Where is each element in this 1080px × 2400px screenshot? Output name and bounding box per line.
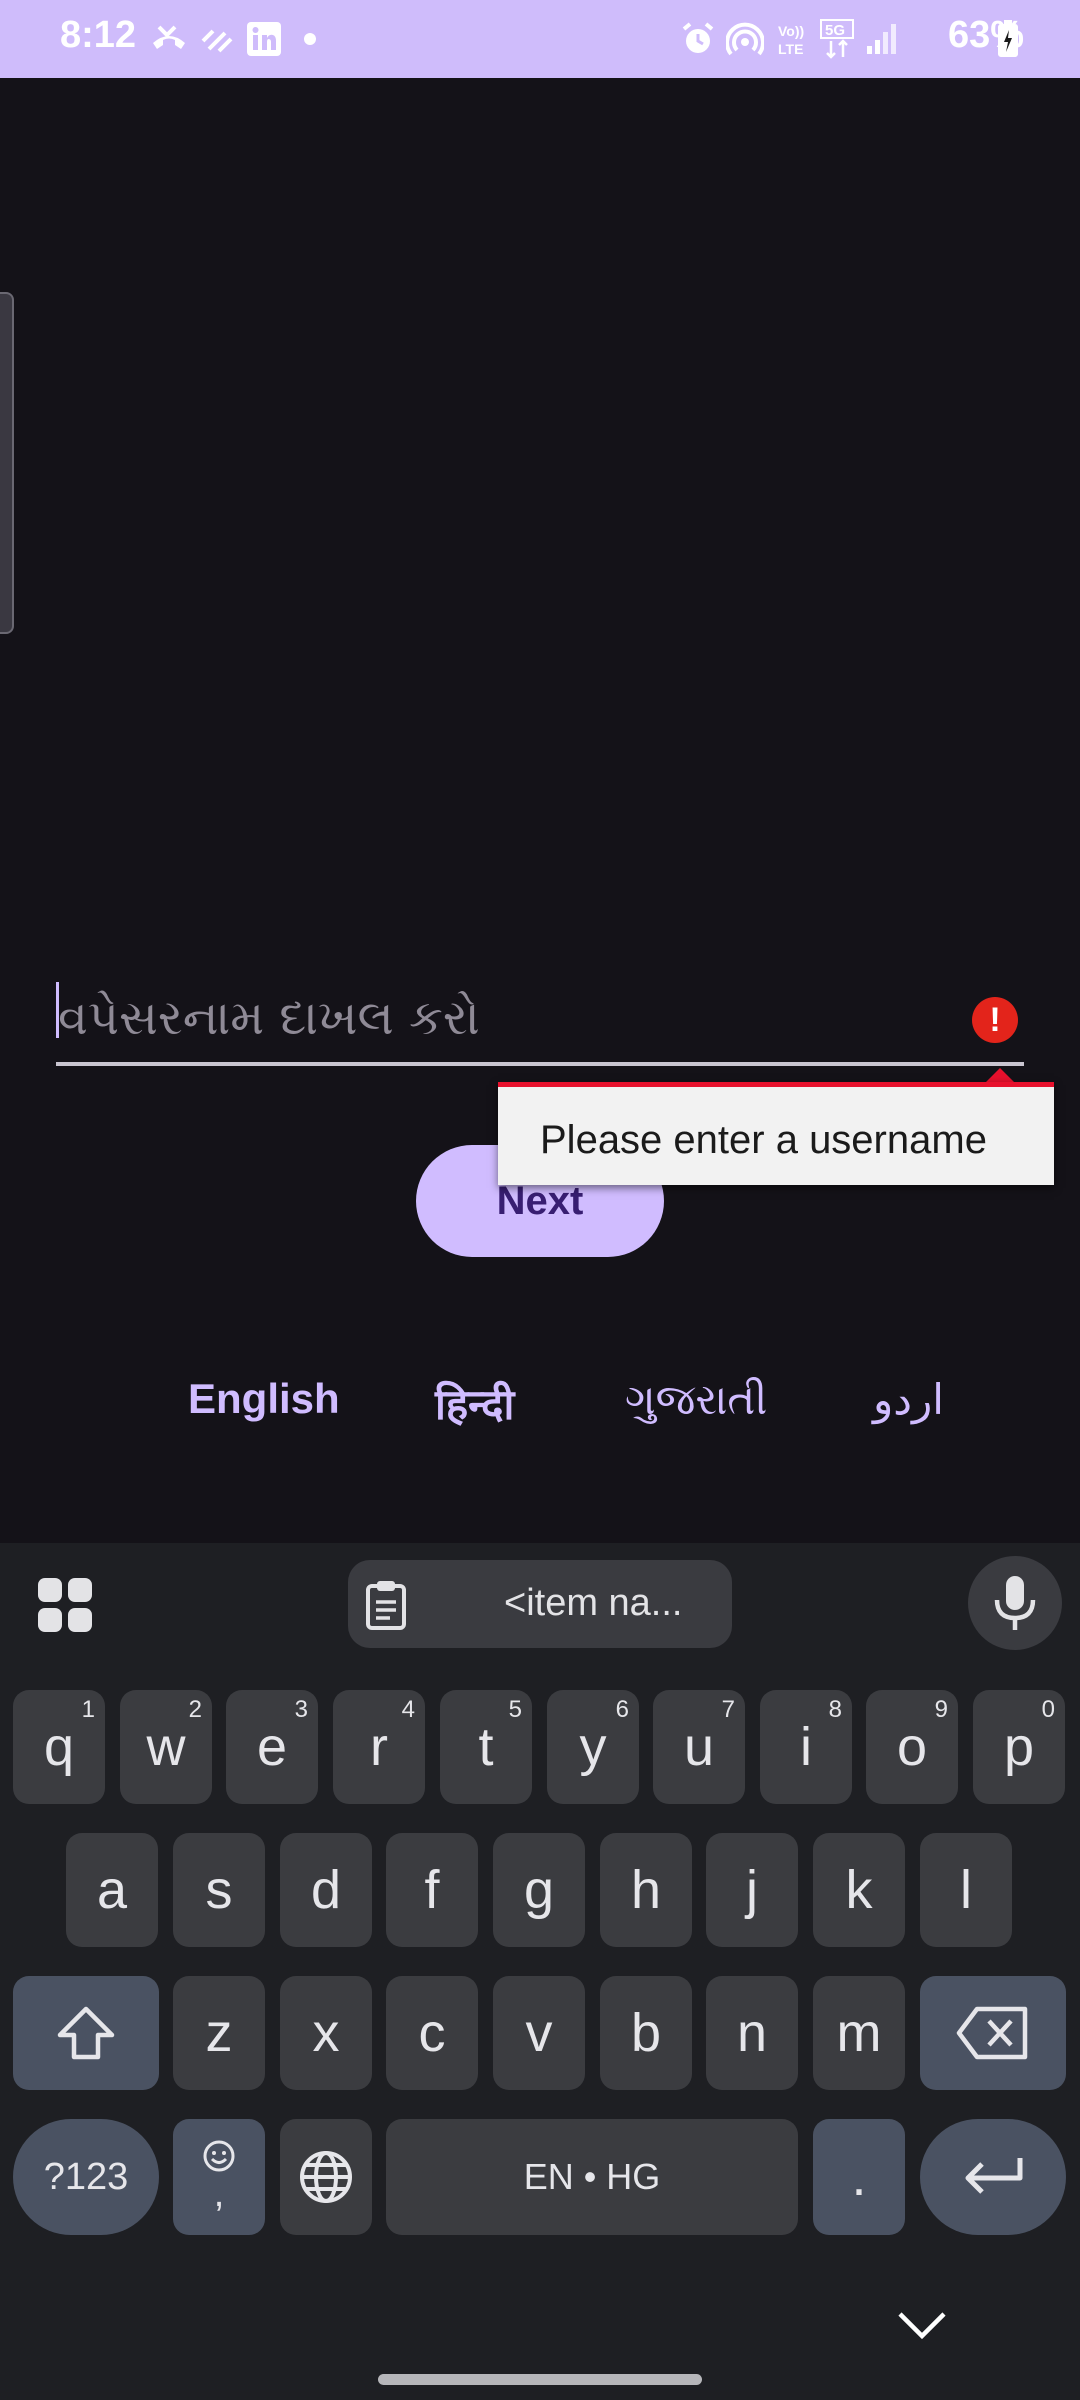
- key-j[interactable]: j: [706, 1833, 798, 1947]
- error-icon: !: [972, 997, 1018, 1043]
- key-r[interactable]: r4: [333, 1690, 425, 1804]
- key-t[interactable]: t5: [440, 1690, 532, 1804]
- key-h[interactable]: h: [600, 1833, 692, 1947]
- notification-dot-icon: [300, 16, 320, 62]
- period-key[interactable]: .: [813, 2119, 905, 2235]
- key-m[interactable]: m: [813, 1976, 905, 2090]
- gesture-nav-handle[interactable]: [378, 2374, 702, 2385]
- key-d[interactable]: d: [280, 1833, 372, 1947]
- enter-key[interactable]: [920, 2119, 1066, 2235]
- language-switch-key[interactable]: [280, 2119, 372, 2235]
- key-k[interactable]: k: [813, 1833, 905, 1947]
- microphone-icon[interactable]: [968, 1556, 1062, 1650]
- apps-grid-icon[interactable]: [36, 1576, 94, 1634]
- keyboard: [0, 1543, 1080, 2400]
- key-n[interactable]: n: [706, 1976, 798, 2090]
- emoji-comma-key[interactable]: ,: [173, 2119, 265, 2235]
- key-v[interactable]: v: [493, 1976, 585, 2090]
- key-b[interactable]: b: [600, 1976, 692, 2090]
- shift-icon: [57, 2006, 115, 2060]
- globe-icon: [300, 2151, 352, 2203]
- key-y[interactable]: y6: [547, 1690, 639, 1804]
- data-saver-icon: [198, 16, 236, 62]
- linkedin-icon: [244, 16, 284, 62]
- key-u[interactable]: u7: [653, 1690, 745, 1804]
- backspace-icon: [956, 2006, 1028, 2060]
- input-underline: [56, 1062, 1024, 1066]
- svg-text:LTE: LTE: [778, 41, 803, 57]
- emoji-icon: [203, 2140, 235, 2171]
- svg-text:5G: 5G: [825, 22, 845, 39]
- key-z[interactable]: z: [173, 1976, 265, 2090]
- key-l[interactable]: l: [920, 1833, 1012, 1947]
- error-popup-arrow: [985, 1068, 1015, 1083]
- error-message: Please enter a username: [540, 1118, 987, 1162]
- svg-text:Vo)): Vo)): [778, 23, 804, 39]
- status-time: 8:12: [60, 14, 137, 56]
- key-s[interactable]: s: [173, 1833, 265, 1947]
- key-e[interactable]: e3: [226, 1690, 318, 1804]
- clipboard-text: <item na...: [504, 1582, 683, 1624]
- key-g[interactable]: g: [493, 1833, 585, 1947]
- volte-icon: Vo)) LTE: [774, 16, 814, 62]
- clipboard-icon: [362, 1578, 410, 1640]
- backspace-key[interactable]: [920, 1976, 1066, 2090]
- language-urdu[interactable]: اردو: [873, 1375, 944, 1424]
- username-placeholder: વપેસરનામ દાખલ કરો: [58, 990, 480, 1046]
- hotspot-icon: [724, 16, 766, 62]
- alarm-icon: [678, 16, 718, 62]
- key-q[interactable]: q1: [13, 1690, 105, 1804]
- key-p[interactable]: p0: [973, 1690, 1065, 1804]
- clipboard-suggestion[interactable]: <item na...: [348, 1560, 732, 1648]
- key-c[interactable]: c: [386, 1976, 478, 2090]
- shift-key[interactable]: [13, 1976, 159, 2090]
- key-i[interactable]: i8: [760, 1690, 852, 1804]
- space-key[interactable]: EN • HG: [386, 2119, 798, 2235]
- language-gujarati[interactable]: ગુજરાતી: [625, 1375, 767, 1425]
- key-w[interactable]: w2: [120, 1690, 212, 1804]
- 5g-icon: 5G: [818, 16, 858, 62]
- language-hindi[interactable]: हिन्दी: [435, 1375, 514, 1432]
- language-english[interactable]: English: [188, 1375, 340, 1423]
- signal-icon: [862, 16, 902, 62]
- status-bar: 8:12 Vo)) LTE 5G 63%: [0, 0, 1080, 78]
- missed-call-icon: [148, 16, 190, 62]
- key-x[interactable]: x: [280, 1976, 372, 2090]
- battery-icon: [996, 16, 1020, 62]
- symbols-key[interactable]: ?123: [13, 2119, 159, 2235]
- hide-keyboard-chevron-icon[interactable]: [896, 2310, 948, 2345]
- key-f[interactable]: f: [386, 1833, 478, 1947]
- key-o[interactable]: o9: [866, 1690, 958, 1804]
- enter-icon: [965, 2158, 1023, 2194]
- side-panel-handle[interactable]: [0, 292, 14, 634]
- key-a[interactable]: a: [66, 1833, 158, 1947]
